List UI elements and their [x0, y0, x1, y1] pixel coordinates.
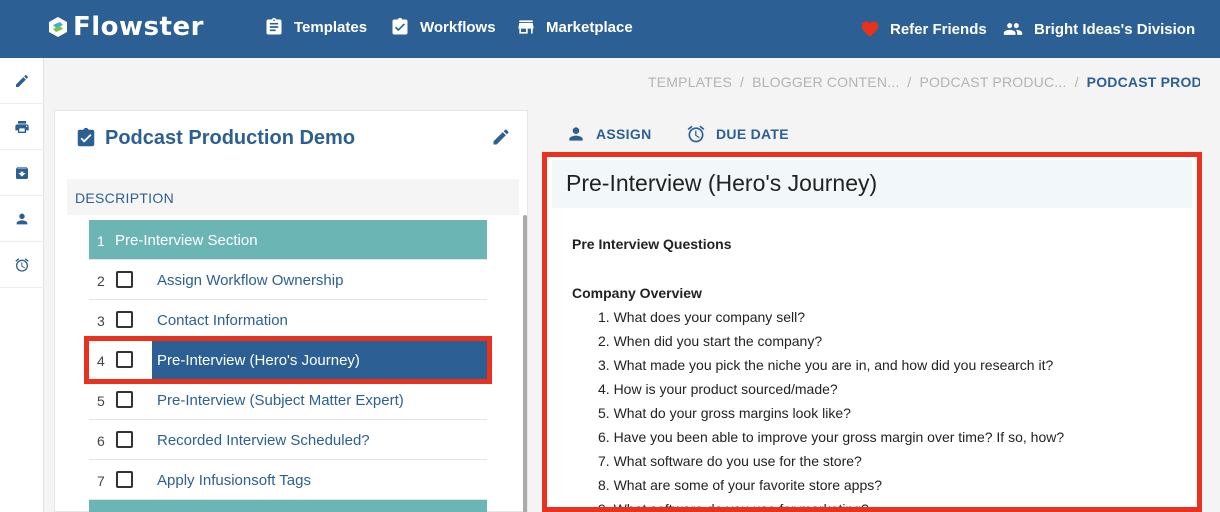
person-icon — [569, 127, 583, 141]
left-rail — [0, 58, 44, 512]
step-checkbox[interactable] — [116, 391, 133, 408]
edit-template-button[interactable] — [491, 127, 511, 147]
nav-marketplace-label: Marketplace — [546, 18, 633, 36]
assign-label: ASSIGN — [596, 126, 652, 142]
step-checkbox[interactable] — [116, 271, 133, 288]
step-label[interactable]: Apply Infusionsoft Tags — [157, 472, 311, 489]
alarm-icon — [687, 125, 705, 143]
rail-assign-button[interactable] — [0, 196, 44, 242]
breadcrumb-item[interactable]: PODCAST PRODUC... — [920, 74, 1067, 90]
breadcrumb-separator: / — [1074, 74, 1079, 90]
step-item[interactable]: 2 Assign Workflow Ownership — [89, 260, 487, 300]
checklist-icon — [77, 127, 95, 147]
nav-templates[interactable]: Templates — [264, 17, 367, 37]
template-title-text: Podcast Production Demo — [105, 126, 356, 149]
step-number: 1 — [97, 233, 105, 249]
logo[interactable]: Flowster — [46, 12, 204, 42]
breadcrumb-separator: / — [740, 74, 745, 90]
step-checkbox[interactable] — [116, 311, 133, 328]
highlight-box — [542, 152, 1202, 512]
rail-due-date-button[interactable] — [0, 242, 44, 288]
person-icon — [16, 213, 28, 224]
step-checkbox[interactable] — [116, 431, 133, 448]
rail-archive-button[interactable] — [0, 150, 44, 196]
step-number: 2 — [97, 273, 105, 289]
rail-edit-button[interactable] — [0, 58, 44, 104]
store-icon — [518, 20, 534, 34]
step-label: Pre-Interview Section — [115, 232, 258, 249]
step-label[interactable]: Recorded Interview Scheduled? — [157, 432, 370, 449]
nav-marketplace[interactable]: Marketplace — [516, 17, 633, 37]
printer-icon — [15, 120, 29, 133]
nav-refer-friends[interactable]: Refer Friends — [860, 19, 987, 39]
nav-division[interactable]: Bright Ideas's Division — [1002, 19, 1195, 39]
step-label[interactable]: Contact Information — [157, 312, 288, 329]
step-number: 5 — [97, 393, 105, 409]
template-panel: Podcast Production Demo DESCRIPTION 1 Pr… — [54, 110, 528, 512]
step-item[interactable]: 5 Pre-Interview (Subject Matter Expert) — [89, 380, 487, 420]
checklist-icon — [392, 17, 408, 35]
template-title: Podcast Production Demo — [75, 125, 355, 151]
step-section[interactable] — [89, 500, 487, 512]
heart-icon — [861, 21, 879, 37]
archive-icon — [16, 166, 28, 179]
clipboard-icon — [266, 17, 282, 35]
description-toggle[interactable]: DESCRIPTION — [67, 179, 519, 215]
step-number: 3 — [97, 313, 105, 329]
due-date-button[interactable]: DUE DATE — [686, 124, 789, 144]
breadcrumb-item[interactable]: TEMPLATES — [648, 74, 732, 90]
breadcrumb-current: PODCAST PRODU — [1086, 74, 1200, 90]
logo-text: Flowster — [73, 12, 204, 42]
step-item[interactable]: 6 Recorded Interview Scheduled? — [89, 420, 487, 460]
step-number: 6 — [97, 433, 105, 449]
step-label[interactable]: Assign Workflow Ownership — [157, 272, 343, 289]
due-date-label: DUE DATE — [716, 126, 789, 142]
pencil-icon — [493, 129, 509, 145]
rail-print-button[interactable] — [0, 104, 44, 150]
nav-templates-label: Templates — [294, 18, 368, 36]
assign-button[interactable]: ASSIGN — [566, 124, 651, 144]
nav-refer-label: Refer Friends — [890, 20, 987, 38]
nav-workflows-label: Workflows — [420, 18, 496, 36]
nav-division-label: Bright Ideas's Division — [1034, 20, 1196, 38]
top-nav-bar: Flowster Templates Workflows Marketplace… — [0, 0, 1220, 58]
steps-scrollbar[interactable] — [523, 215, 527, 512]
breadcrumb-separator: / — [907, 74, 912, 90]
step-label[interactable]: Pre-Interview (Subject Matter Expert) — [157, 392, 404, 409]
group-icon — [1003, 23, 1023, 35]
breadcrumb: TEMPLATES / BLOGGER CONTEN... / PODCAST PROD… — [648, 74, 1200, 90]
breadcrumb-item[interactable]: BLOGGER CONTEN... — [752, 74, 899, 90]
step-item[interactable]: 3 Contact Information — [89, 300, 487, 340]
step-section[interactable]: 1 Pre-Interview Section — [89, 220, 487, 260]
step-number: 7 — [97, 473, 105, 489]
alarm-icon — [15, 257, 29, 272]
highlight-box — [84, 336, 492, 384]
step-checkbox[interactable] — [116, 471, 133, 488]
nav-workflows[interactable]: Workflows — [390, 17, 496, 37]
pencil-icon — [16, 74, 28, 87]
step-item[interactable]: 7 Apply Infusionsoft Tags — [89, 460, 487, 500]
flowster-logo-icon — [49, 17, 67, 37]
